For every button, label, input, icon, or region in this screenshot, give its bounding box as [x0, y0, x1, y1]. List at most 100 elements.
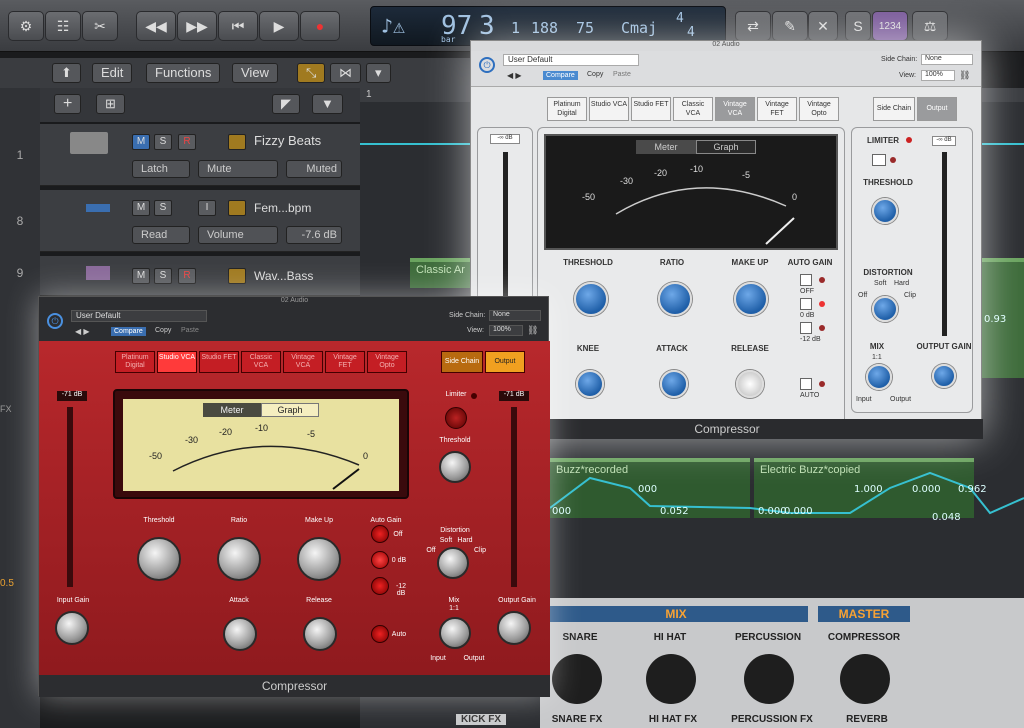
model-tab[interactable]: Studio FET [631, 97, 671, 121]
power-icon[interactable]: ⏻ [479, 57, 495, 73]
output-button[interactable]: Output [917, 97, 957, 121]
input-monitor-button[interactable]: I [198, 200, 216, 216]
mixer-icon[interactable]: ☷ [45, 11, 81, 41]
functions-menu[interactable]: Functions [146, 63, 221, 83]
snare-knob[interactable] [552, 654, 602, 704]
prev-next-icons[interactable]: ◀ ▶ [75, 327, 90, 336]
model-tab[interactable]: Platinum Digital [547, 97, 587, 121]
track-automation-icon[interactable] [228, 134, 246, 150]
fast-forward-button[interactable]: ▶▶ [177, 11, 217, 41]
track-row[interactable]: M S R Wav...Bass [40, 256, 360, 296]
model-tab[interactable]: Vintage FET [757, 97, 797, 121]
preset-select[interactable]: User Default [503, 54, 639, 66]
count-in-button[interactable]: 1234 [872, 11, 908, 41]
link-icon[interactable]: ⛓ [527, 325, 538, 336]
tuner-icon[interactable]: ⚖ [912, 11, 948, 41]
copy-button[interactable]: Copy [155, 327, 171, 334]
distortion-knob[interactable] [437, 547, 469, 579]
model-tab[interactable]: Studio FET [199, 351, 239, 373]
compare-button[interactable]: Compare [543, 71, 578, 80]
add-folder-icon[interactable]: ⊞ [96, 94, 125, 114]
scissors-icon[interactable]: ✂ [82, 11, 118, 41]
sidechain-select[interactable]: None [921, 54, 973, 65]
autogain-12db-button[interactable] [800, 322, 812, 334]
threshold-knob[interactable] [137, 537, 181, 581]
snap-icon[interactable]: ▾ [366, 63, 391, 83]
play-button[interactable]: ▶ [259, 11, 299, 41]
knee-knob[interactable] [576, 370, 604, 398]
mute-button[interactable]: M [132, 134, 150, 150]
compressor-knob[interactable] [840, 654, 890, 704]
compare-button[interactable]: Compare [111, 327, 146, 336]
autogain-off-button[interactable] [800, 274, 812, 286]
pencil-icon[interactable]: ✎ [772, 11, 808, 41]
solo-button[interactable]: S [154, 268, 172, 284]
automation-icon[interactable]: ⤡ [297, 63, 326, 83]
makeup-knob[interactable] [297, 537, 341, 581]
go-to-start-button[interactable]: ⏮ [218, 11, 258, 41]
model-tab[interactable]: Classic VCA [673, 97, 713, 121]
view-select[interactable]: 100% [489, 325, 523, 336]
model-tab[interactable]: Vintage Opto [367, 351, 407, 373]
autogain-off-button[interactable] [371, 525, 389, 543]
threshold-knob[interactable] [574, 282, 608, 316]
track-automation-icon[interactable] [228, 200, 246, 216]
model-tab-active[interactable]: Vintage VCA [715, 97, 755, 121]
copy-button[interactable]: Copy [587, 71, 603, 78]
solo-button[interactable]: S [154, 200, 172, 216]
region-classic[interactable]: Classic Ar [410, 258, 470, 288]
limiter-threshold-knob[interactable] [872, 198, 898, 224]
link-icon[interactable]: ⛓ [959, 70, 970, 81]
makeup-knob[interactable] [734, 282, 768, 316]
record-arm-button[interactable]: R [178, 268, 196, 284]
limiter-button[interactable] [872, 154, 886, 166]
edit-menu[interactable]: Edit [92, 63, 133, 83]
model-tab-active[interactable]: Studio VCA [157, 351, 197, 373]
automation-value[interactable]: Muted [286, 160, 342, 178]
attack-knob[interactable] [223, 617, 257, 651]
track-menu-icon[interactable]: ◤ [272, 94, 300, 114]
automation-mode-select[interactable]: Latch [132, 160, 190, 178]
output-gain-knob[interactable] [497, 611, 531, 645]
add-track-button[interactable]: + [54, 94, 82, 114]
limiter-button[interactable] [445, 407, 467, 429]
ratio-knob[interactable] [658, 282, 692, 316]
mute-button[interactable]: M [132, 200, 150, 216]
cycle-icon[interactable]: ⇄ [735, 11, 771, 41]
record-arm-button[interactable]: R [178, 134, 196, 150]
input-gain-knob[interactable] [55, 611, 89, 645]
side-chain-button[interactable]: Side Chain [873, 97, 915, 121]
model-tab[interactable]: Classic VCA [241, 351, 281, 373]
paste-button[interactable]: Paste [181, 327, 199, 334]
view-select[interactable]: 100% [921, 70, 955, 81]
automation-mode-select[interactable]: Read [132, 226, 190, 244]
track-row[interactable]: M S R Fizzy Beats Latch Mute Muted [40, 124, 360, 186]
solo-button[interactable]: S [154, 134, 172, 150]
limiter-threshold-knob[interactable] [439, 451, 471, 483]
percussion-knob[interactable] [744, 654, 794, 704]
close-icon[interactable]: ✕ [808, 11, 838, 41]
paste-button[interactable]: Paste [613, 71, 631, 78]
output-button[interactable]: Output [485, 351, 525, 373]
view-menu[interactable]: View [232, 63, 278, 83]
automation-value[interactable]: -7.6 dB [286, 226, 342, 244]
mix-knob[interactable] [439, 617, 471, 649]
hihat-knob[interactable] [646, 654, 696, 704]
autogain-0db-button[interactable] [800, 298, 812, 310]
mute-button[interactable]: M [132, 268, 150, 284]
sidechain-select[interactable]: None [489, 310, 541, 321]
release-knob[interactable] [736, 370, 764, 398]
ratio-knob[interactable] [217, 537, 261, 581]
side-chain-button[interactable]: Side Chain [441, 351, 483, 373]
rewind-button[interactable]: ◀◀ [136, 11, 176, 41]
model-tab[interactable]: Platinum Digital [115, 351, 155, 373]
collapse-icon[interactable]: ▼ [312, 94, 343, 114]
power-icon[interactable]: ⏻ [47, 313, 63, 329]
mix-knob[interactable] [866, 364, 892, 390]
preset-select[interactable]: User Default [71, 310, 207, 322]
autogain-12db-button[interactable] [371, 577, 389, 595]
track-row[interactable]: M S I Fem...bpm Read Volume -7.6 dB [40, 190, 360, 252]
prev-next-icons[interactable]: ◀ ▶ [507, 71, 522, 80]
autogain-0db-button[interactable] [371, 551, 389, 569]
distortion-knob[interactable] [872, 296, 898, 322]
